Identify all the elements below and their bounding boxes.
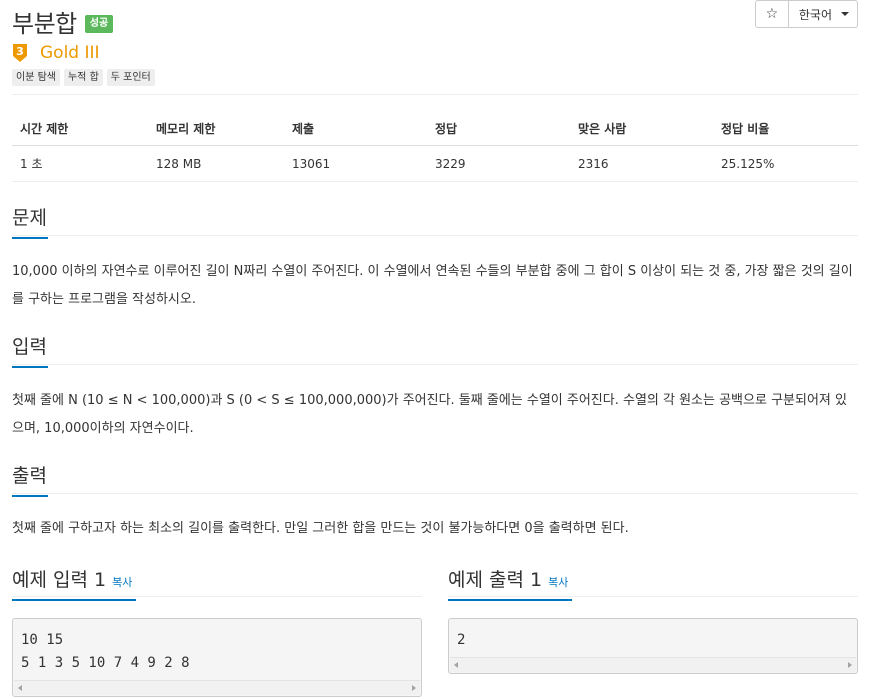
header-submissions: 제출 [284,114,427,146]
sample-output-title: 예제 출력 1 [448,569,543,591]
tag-prefix-sum[interactable]: 누적 합 [63,69,103,86]
divider [12,596,422,597]
heading-underline [12,495,48,497]
scroll-right-icon[interactable] [412,685,416,691]
heading-underline [12,599,136,601]
section-input-heading: 입력 [12,332,48,368]
star-icon: ☆ [765,6,779,22]
sample-input-box[interactable]: 10 15 5 1 3 5 10 7 4 9 2 8 [12,618,422,697]
code-line: 5 1 3 5 10 7 4 9 2 8 [21,655,190,671]
divider [12,493,858,494]
sample-output-box[interactable]: 2 [448,618,858,674]
sample-input-code: 10 15 5 1 3 5 10 7 4 9 2 8 [21,629,190,675]
divider [12,94,858,95]
problem-title: 부분합 [12,10,77,38]
horizontal-scrollbar[interactable] [450,657,856,672]
sample-output-code: 2 [457,629,465,652]
problem-info-table: 시간 제한 메모리 제한 제출 정답 맞은 사람 정답 비율 1 초 128 M… [12,114,858,182]
code-line: 10 15 [21,632,64,648]
caret-down-icon [841,12,849,16]
cell-accept-ratio: 25.125% [713,145,858,182]
cell-submissions: 13061 [284,145,427,182]
sample-input-heading: 예제 입력 1 복사 [12,565,136,601]
header-time-limit: 시간 제한 [12,114,148,146]
section-input-title: 입력 [12,336,47,358]
tier-badge-icon: 3 [13,44,27,62]
divider [12,235,858,236]
cell-time-limit: 1 초 [12,145,148,182]
output-description: 첫째 줄에 구하고자 하는 최소의 길이를 출력한다. 만일 그러한 합을 만드… [12,521,629,536]
horizontal-scrollbar[interactable] [14,680,420,695]
section-output-title: 출력 [12,465,47,487]
code-line: 2 [457,632,466,648]
copy-sample-output-button[interactable]: 복사 [548,576,568,589]
heading-underline [448,599,572,601]
star-button[interactable]: ☆ [754,0,789,28]
language-label: 한국어 [798,7,832,22]
tag-two-pointer[interactable]: 두 포인터 [106,69,155,86]
language-dropdown[interactable]: 한국어 [788,0,858,28]
divider [448,596,858,597]
divider [12,364,858,365]
tier-number: 3 [16,45,24,58]
heading-underline [12,237,48,239]
scroll-right-icon[interactable] [848,662,852,668]
section-problem-heading: 문제 [12,203,48,239]
table-row: 1 초 128 MB 13061 3229 2316 25.125% [12,145,858,182]
scroll-left-icon[interactable] [18,685,22,691]
status-badge: 성공 [84,14,114,33]
tier-label[interactable]: Gold III [40,43,100,63]
title-row: 부분합 성공 [12,4,114,39]
copy-sample-input-button[interactable]: 복사 [112,576,132,589]
tag-binary-search[interactable]: 이분 탐색 [12,69,60,86]
tag-list: 이분 탐색 누적 합 두 포인터 [12,69,155,86]
top-controls: ☆ 한국어 [754,0,858,28]
scroll-left-icon[interactable] [454,662,458,668]
problem-description: 10,000 이하의 자연수로 이루어진 길이 N짜리 수열이 주어진다. 이 … [12,264,853,307]
header-memory-limit: 메모리 제한 [148,114,284,146]
input-description: 첫째 줄에 N (10 ≤ N < 100,000)과 S (0 < S ≤ 1… [12,393,847,436]
sample-output-heading: 예제 출력 1 복사 [448,565,572,601]
section-problem-title: 문제 [12,207,47,229]
cell-solved-users: 2316 [570,145,713,182]
section-output-heading: 출력 [12,461,48,497]
table-header-row: 시간 제한 메모리 제한 제출 정답 맞은 사람 정답 비율 [12,114,858,146]
header-solved-users: 맞은 사람 [570,114,713,146]
header-accepted: 정답 [427,114,570,146]
heading-underline [12,366,48,368]
cell-memory-limit: 128 MB [148,145,284,182]
cell-accepted: 3229 [427,145,570,182]
sample-input-title: 예제 입력 1 [12,569,107,591]
tier-row: 3 Gold III [12,43,100,63]
header-accept-ratio: 정답 비율 [713,114,858,146]
